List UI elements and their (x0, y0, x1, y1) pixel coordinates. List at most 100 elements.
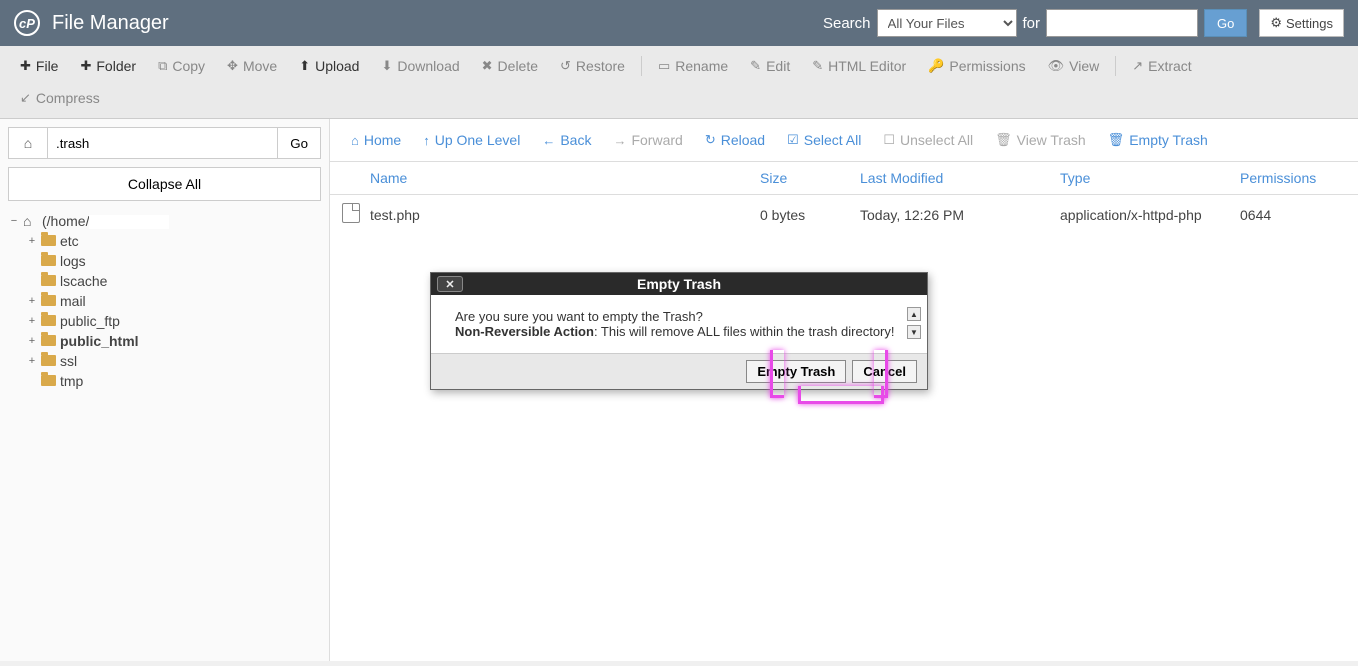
rename-icon: ▭ (658, 58, 670, 74)
tree-toggle-icon[interactable]: + (26, 315, 38, 327)
upload-icon: ⬆ (299, 58, 310, 74)
tree-item-tmp[interactable]: tmp (26, 371, 321, 391)
scroll-up-button[interactable]: ▲ (907, 307, 921, 321)
permissions-button[interactable]: 🔑Permissions (918, 52, 1035, 80)
search-input[interactable] (1046, 9, 1198, 37)
tree-toggle-icon[interactable]: − (8, 215, 20, 227)
tree-toggle-icon[interactable]: + (26, 335, 38, 347)
dialog-title: Empty Trash (431, 276, 927, 292)
tree-label: public_ftp (60, 313, 120, 329)
copy-label: Copy (172, 58, 205, 74)
col-type-header[interactable]: Type (1060, 170, 1240, 186)
back-icon: ← (542, 133, 555, 148)
empty-trash-label: Empty Trash (1129, 132, 1208, 148)
home-button[interactable]: ⌂Home (342, 127, 410, 153)
path-home-button[interactable]: ⌂ (8, 127, 48, 159)
path-go-button[interactable]: Go (278, 127, 321, 159)
folder-icon (41, 373, 57, 389)
folder-label: Folder (96, 58, 136, 74)
move-button[interactable]: ✥Move (217, 52, 287, 80)
tree-toggle-icon[interactable]: + (26, 355, 38, 367)
forward-icon: → (613, 133, 626, 148)
folder-button[interactable]: ✚Folder (70, 52, 146, 80)
tree-toggle-icon[interactable]: + (26, 295, 38, 307)
file-size: 0 bytes (760, 207, 860, 223)
tree-root[interactable]: − ⌂ (/home/ (8, 211, 321, 231)
trash-icon: 🗑 (995, 132, 1012, 148)
dialog-line1: Are you sure you want to empty the Trash… (455, 309, 903, 324)
table-row[interactable]: test.php0 bytesToday, 12:26 PMapplicatio… (330, 195, 1358, 234)
tree-item-logs[interactable]: logs (26, 251, 321, 271)
tree-label: lscache (60, 273, 107, 289)
up-one-level-button[interactable]: ↑Up One Level (414, 127, 529, 153)
empty-trash-dialog: ✕ Empty Trash Are you sure you want to e… (430, 272, 928, 390)
tree-toggle-icon[interactable] (26, 275, 38, 287)
tree-item-public_ftp[interactable]: + public_ftp (26, 311, 321, 331)
folder-icon (41, 293, 57, 309)
select-all-label: Select All (804, 132, 862, 148)
tree-toggle-icon[interactable] (26, 375, 38, 387)
tree-item-ssl[interactable]: +ssl (26, 351, 321, 371)
dialog-bold: Non-Reversible Action (455, 324, 594, 339)
cancel-button[interactable]: Cancel (852, 360, 917, 383)
view-trash-button[interactable]: 🗑View Trash (986, 127, 1095, 153)
settings-button[interactable]: ⚙ Settings (1259, 9, 1344, 37)
tree-toggle-icon[interactable] (26, 255, 38, 267)
tree-label: mail (60, 293, 86, 309)
tree-item-etc[interactable]: +etc (26, 231, 321, 251)
search-scope-select[interactable]: All Your Files (877, 9, 1017, 37)
back-button[interactable]: ← Back (533, 127, 600, 153)
path-input[interactable] (48, 127, 278, 159)
check-icon: ☑ (787, 132, 799, 148)
reload-button[interactable]: ↻Reload (696, 127, 774, 153)
html-icon: ✎ (812, 58, 823, 74)
upload-button[interactable]: ⬆Upload (289, 52, 369, 80)
app-header: cP File Manager Search All Your Files fo… (0, 0, 1358, 46)
forward-button[interactable]: →Forward (604, 127, 691, 153)
col-size-header[interactable]: Size (760, 170, 860, 186)
collapse-all-button[interactable]: Collapse All (8, 167, 321, 201)
tree-item-lscache[interactable]: lscache (26, 271, 321, 291)
move-icon: ✥ (227, 58, 238, 74)
col-permissions-header[interactable]: Permissions (1240, 170, 1340, 186)
html-editor-button[interactable]: ✎ HTML Editor (802, 52, 916, 80)
tree-item-public_html[interactable]: +public_html (26, 331, 321, 351)
rename-button[interactable]: ▭Rename (648, 52, 738, 80)
delete-button[interactable]: ✖Delete (472, 52, 548, 80)
file-button[interactable]: ✚File (10, 52, 68, 80)
download-button[interactable]: ⬇Download (371, 52, 469, 80)
restore-button[interactable]: ↺Restore (550, 52, 635, 80)
view-button[interactable]: 👁View (1038, 52, 1110, 80)
confirm-empty-trash-button[interactable]: Empty Trash (746, 360, 846, 383)
dialog-line2: Non-Reversible Action: This will remove … (455, 324, 903, 339)
select-all-button[interactable]: ☑ Select All (778, 127, 870, 153)
tree-toggle-icon[interactable]: + (26, 235, 38, 247)
view-label: View (1069, 58, 1099, 74)
copy-icon: ⧉ (158, 58, 167, 74)
close-icon: ✕ (445, 278, 454, 291)
home-label: Home (364, 132, 401, 148)
back-label: Back (560, 132, 591, 148)
edit-button[interactable]: ✎Edit (740, 52, 800, 80)
content-toolbar: ⌂Home ↑Up One Level ← Back →Forward ↻Relo… (330, 119, 1358, 162)
scroll-down-button[interactable]: ▼ (907, 325, 921, 339)
main-toolbar: ✚File ✚Folder ⧉ Copy ✥Move ⬆Upload ⬇Downl… (0, 46, 1358, 119)
folder-icon (41, 313, 57, 329)
download-label: Download (397, 58, 459, 74)
file-name: test.php (370, 207, 760, 223)
empty-trash-button[interactable]: 🗑Empty Trash (1099, 127, 1217, 153)
compress-button[interactable]: ↙Compress (10, 84, 110, 112)
col-name-header[interactable]: Name (370, 170, 760, 186)
settings-label: Settings (1286, 16, 1333, 31)
search-go-button[interactable]: Go (1204, 9, 1247, 37)
app-title: File Manager (52, 12, 823, 35)
unselect-all-button[interactable]: ☐Unselect All (874, 127, 982, 153)
html-editor-label: HTML Editor (828, 58, 906, 74)
copy-button[interactable]: ⧉ Copy (148, 52, 215, 80)
tree-item-mail[interactable]: + mail (26, 291, 321, 311)
dialog-footer: Empty Trash Cancel (431, 353, 927, 389)
extract-button[interactable]: ↗Extract (1122, 52, 1201, 80)
dialog-close-button[interactable]: ✕ (437, 276, 463, 292)
col-modified-header[interactable]: Last Modified (860, 170, 1060, 186)
for-label: for (1023, 15, 1041, 32)
